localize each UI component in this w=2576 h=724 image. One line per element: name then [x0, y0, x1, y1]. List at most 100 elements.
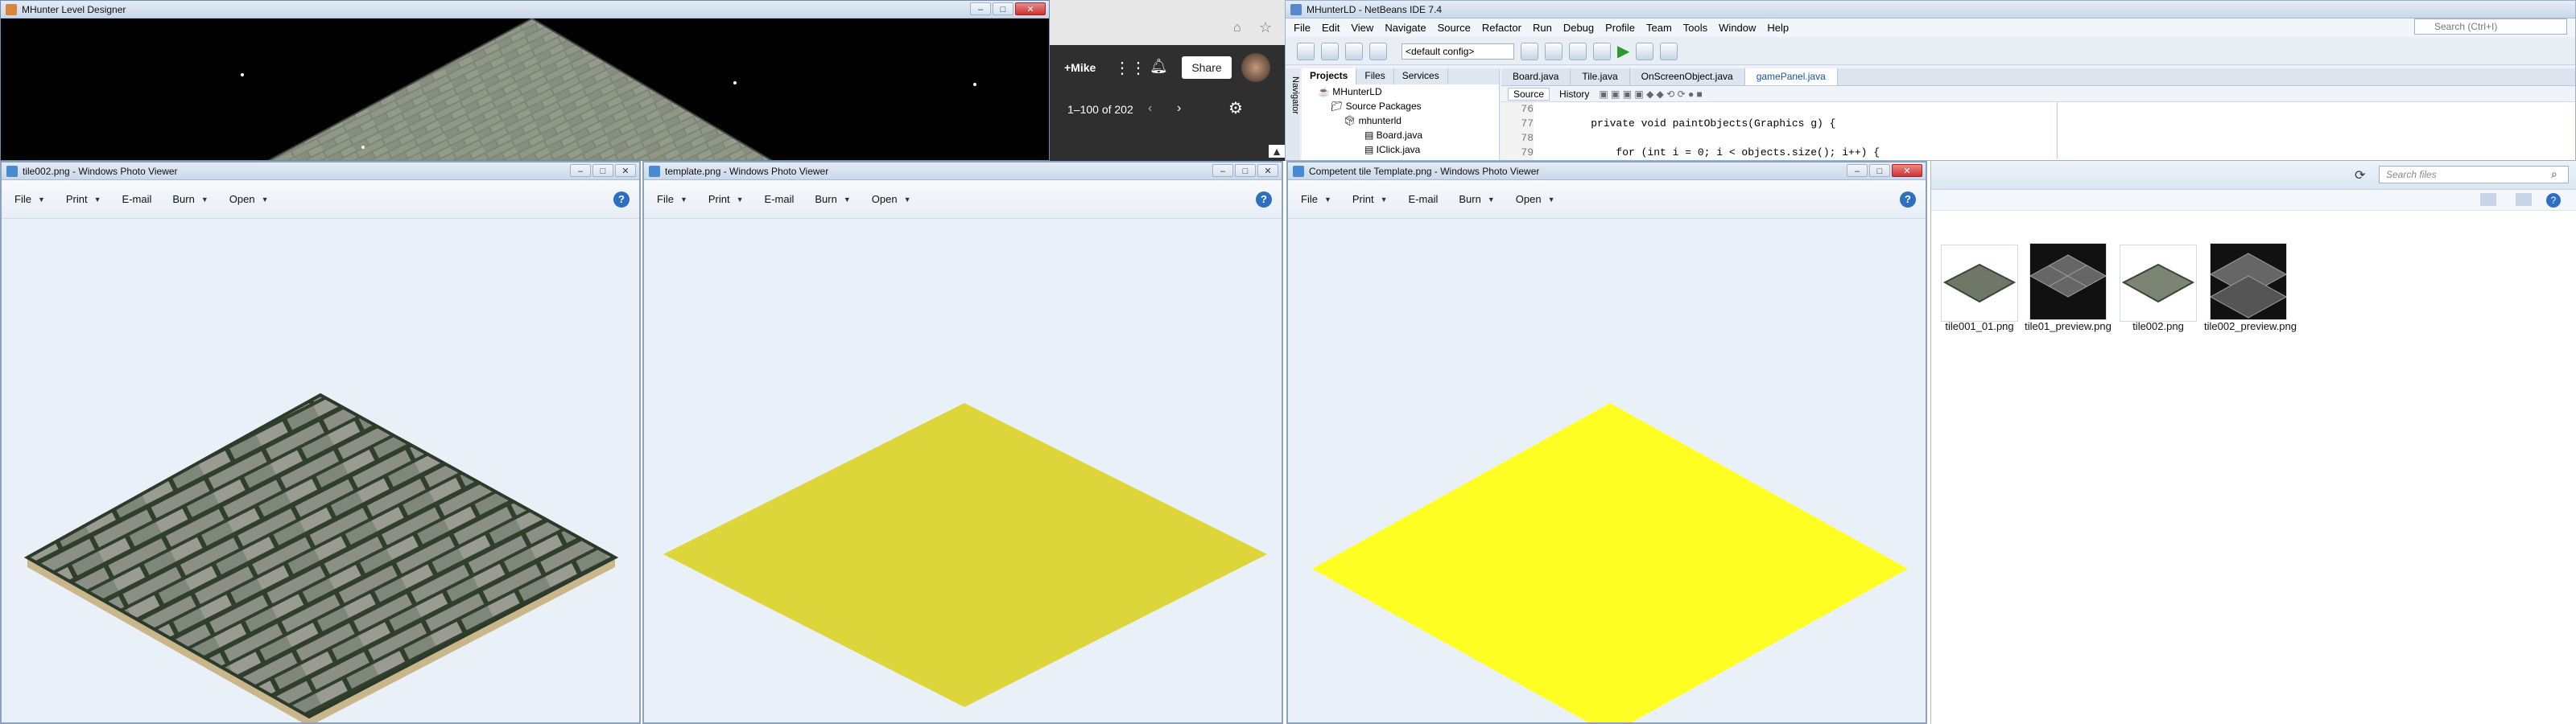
netbeans-titlebar[interactable]: MHunterLD - NetBeans IDE 7.4 — [1286, 1, 2575, 19]
menu-file[interactable]: File ▼ — [14, 193, 45, 205]
user-name[interactable]: +Mike — [1064, 61, 1096, 74]
viewer-titlebar[interactable]: tile002.png - Windows Photo Viewer – □ ✕ — [2, 162, 639, 180]
tree-node[interactable]: ☕ MHunterLD — [1307, 84, 1499, 99]
close-button[interactable]: ✕ — [1015, 2, 1046, 15]
run-icon[interactable]: ▶ — [1617, 41, 1629, 61]
config-select[interactable]: <default config> — [1402, 43, 1514, 60]
new-project-icon[interactable] — [1321, 42, 1339, 60]
minimize-button[interactable]: – — [1847, 164, 1868, 177]
view-options-icon[interactable] — [2480, 193, 2496, 206]
home-icon[interactable]: ⌂ — [1233, 21, 1241, 35]
file-name[interactable]: tile01_preview.png — [2024, 320, 2112, 333]
menu-window[interactable]: Window — [1719, 22, 1756, 34]
tab-projects[interactable]: Projects — [1302, 68, 1357, 84]
menu-print[interactable]: Print ▼ — [708, 193, 744, 205]
help-icon[interactable]: ? — [2546, 193, 2561, 208]
menu-edit[interactable]: Edit — [1322, 22, 1340, 34]
code-editor[interactable]: Board.java Tile.java OnScreenObject.java… — [1501, 68, 2575, 160]
menu-run[interactable]: Run — [1533, 22, 1552, 34]
refresh-icon[interactable]: ⟳ — [2355, 167, 2365, 183]
menu-file[interactable]: File ▼ — [657, 193, 687, 205]
clean-build-icon[interactable] — [1593, 42, 1611, 60]
file-thumbnail[interactable] — [2209, 243, 2288, 320]
menu-open[interactable]: Open ▼ — [229, 193, 269, 205]
menu-open[interactable]: Open ▼ — [872, 193, 911, 205]
file-search-input[interactable]: Search files — [2379, 166, 2569, 183]
source-tab[interactable]: Source — [1508, 87, 1550, 101]
redo-icon[interactable] — [1545, 42, 1563, 60]
apps-grid-icon[interactable]: ⋮⋮ — [1114, 58, 1146, 78]
star-icon[interactable]: ☆ — [1259, 19, 1272, 36]
menu-debug[interactable]: Debug — [1563, 22, 1594, 34]
menu-print[interactable]: Print ▼ — [66, 193, 101, 205]
editor-tab[interactable]: Tile.java — [1571, 68, 1630, 85]
level-canvas[interactable] — [1, 19, 1050, 161]
search-icon[interactable]: ⌕ — [2551, 167, 2557, 181]
menu-email[interactable]: E-mail — [765, 193, 795, 205]
editor-tab[interactable]: Board.java — [1501, 68, 1571, 85]
avatar[interactable] — [1241, 53, 1270, 82]
close-button[interactable]: ✕ — [1892, 164, 1922, 177]
file-thumbnail[interactable] — [2029, 243, 2107, 320]
minimize-button[interactable]: – — [970, 2, 991, 15]
notification-bell-icon[interactable]: 🔔︎ — [1150, 58, 1168, 75]
preview-pane-icon[interactable] — [2516, 193, 2532, 206]
file-thumbnail[interactable] — [2120, 245, 2197, 322]
open-project-icon[interactable] — [1345, 42, 1363, 60]
menu-view[interactable]: View — [1351, 22, 1373, 34]
help-icon[interactable]: ? — [613, 191, 630, 208]
debug-icon[interactable] — [1636, 42, 1654, 60]
share-button[interactable]: Share — [1182, 56, 1232, 79]
file-thumbnail[interactable] — [1941, 245, 2018, 322]
help-icon[interactable]: ? — [1900, 191, 1916, 208]
menu-burn[interactable]: Burn ▼ — [172, 193, 208, 205]
menu-refactor[interactable]: Refactor — [1482, 22, 1521, 34]
build-icon[interactable] — [1569, 42, 1587, 60]
level-designer-titlebar[interactable]: MHunter Level Designer – □ ✕ — [1, 1, 1049, 19]
menu-email[interactable]: E-mail — [122, 193, 152, 205]
close-button[interactable]: ✕ — [615, 164, 636, 177]
file-name[interactable]: tile002.png — [2114, 320, 2202, 333]
menu-help[interactable]: Help — [1767, 22, 1789, 34]
tree-node[interactable]: ▤ IClick.java — [1307, 142, 1499, 157]
maximize-button[interactable]: □ — [1235, 164, 1256, 177]
menu-file[interactable]: File ▼ — [1301, 193, 1331, 205]
tree-node[interactable]: 📦︎ mhunterld — [1307, 113, 1499, 128]
next-page-icon[interactable]: › — [1177, 101, 1181, 116]
new-file-icon[interactable] — [1297, 42, 1315, 60]
help-icon[interactable]: ? — [1256, 191, 1272, 208]
undo-icon[interactable] — [1521, 42, 1538, 60]
maximize-button[interactable]: □ — [993, 2, 1013, 15]
menu-file[interactable]: File — [1294, 22, 1311, 34]
editor-tab[interactable]: OnScreenObject.java — [1630, 68, 1745, 85]
prev-page-icon[interactable]: ‹ — [1148, 101, 1152, 116]
editor-tab-active[interactable]: gamePanel.java — [1744, 68, 1838, 85]
history-tab[interactable]: History — [1559, 88, 1589, 100]
viewer-titlebar[interactable]: Competent tile Template.png - Windows Ph… — [1288, 162, 1926, 180]
ide-search-input[interactable]: Search (Ctrl+I) — [2414, 19, 2567, 35]
file-name[interactable]: tile002_preview.png — [2204, 320, 2297, 333]
maximize-button[interactable]: □ — [592, 164, 613, 177]
tab-files[interactable]: Files — [1356, 68, 1394, 84]
tree-node[interactable]: ▤ Board.java — [1307, 128, 1499, 142]
menu-profile[interactable]: Profile — [1605, 22, 1635, 34]
tab-services[interactable]: Services — [1394, 68, 1448, 84]
tree-node[interactable]: 📁︎ Source Packages — [1307, 99, 1499, 113]
collapse-chevron-icon[interactable]: ▲ — [1269, 145, 1285, 158]
menu-team[interactable]: Team — [1646, 22, 1672, 34]
minimize-button[interactable]: – — [570, 164, 591, 177]
navigator-strip[interactable]: Navigator — [1286, 68, 1300, 160]
settings-gear-icon[interactable]: ⚙ — [1228, 98, 1243, 118]
menu-source[interactable]: Source — [1438, 22, 1471, 34]
minimize-button[interactable]: – — [1212, 164, 1233, 177]
menu-navigate[interactable]: Navigate — [1385, 22, 1426, 34]
file-name[interactable]: tile001_01.png — [1935, 320, 2024, 333]
maximize-button[interactable]: □ — [1869, 164, 1890, 177]
profile-icon[interactable] — [1660, 42, 1678, 60]
menu-tools[interactable]: Tools — [1683, 22, 1707, 34]
menu-open[interactable]: Open ▼ — [1516, 193, 1555, 205]
menu-print[interactable]: Print ▼ — [1352, 193, 1388, 205]
menu-burn[interactable]: Burn ▼ — [815, 193, 850, 205]
menu-burn[interactable]: Burn ▼ — [1459, 193, 1494, 205]
close-button[interactable]: ✕ — [1257, 164, 1278, 177]
